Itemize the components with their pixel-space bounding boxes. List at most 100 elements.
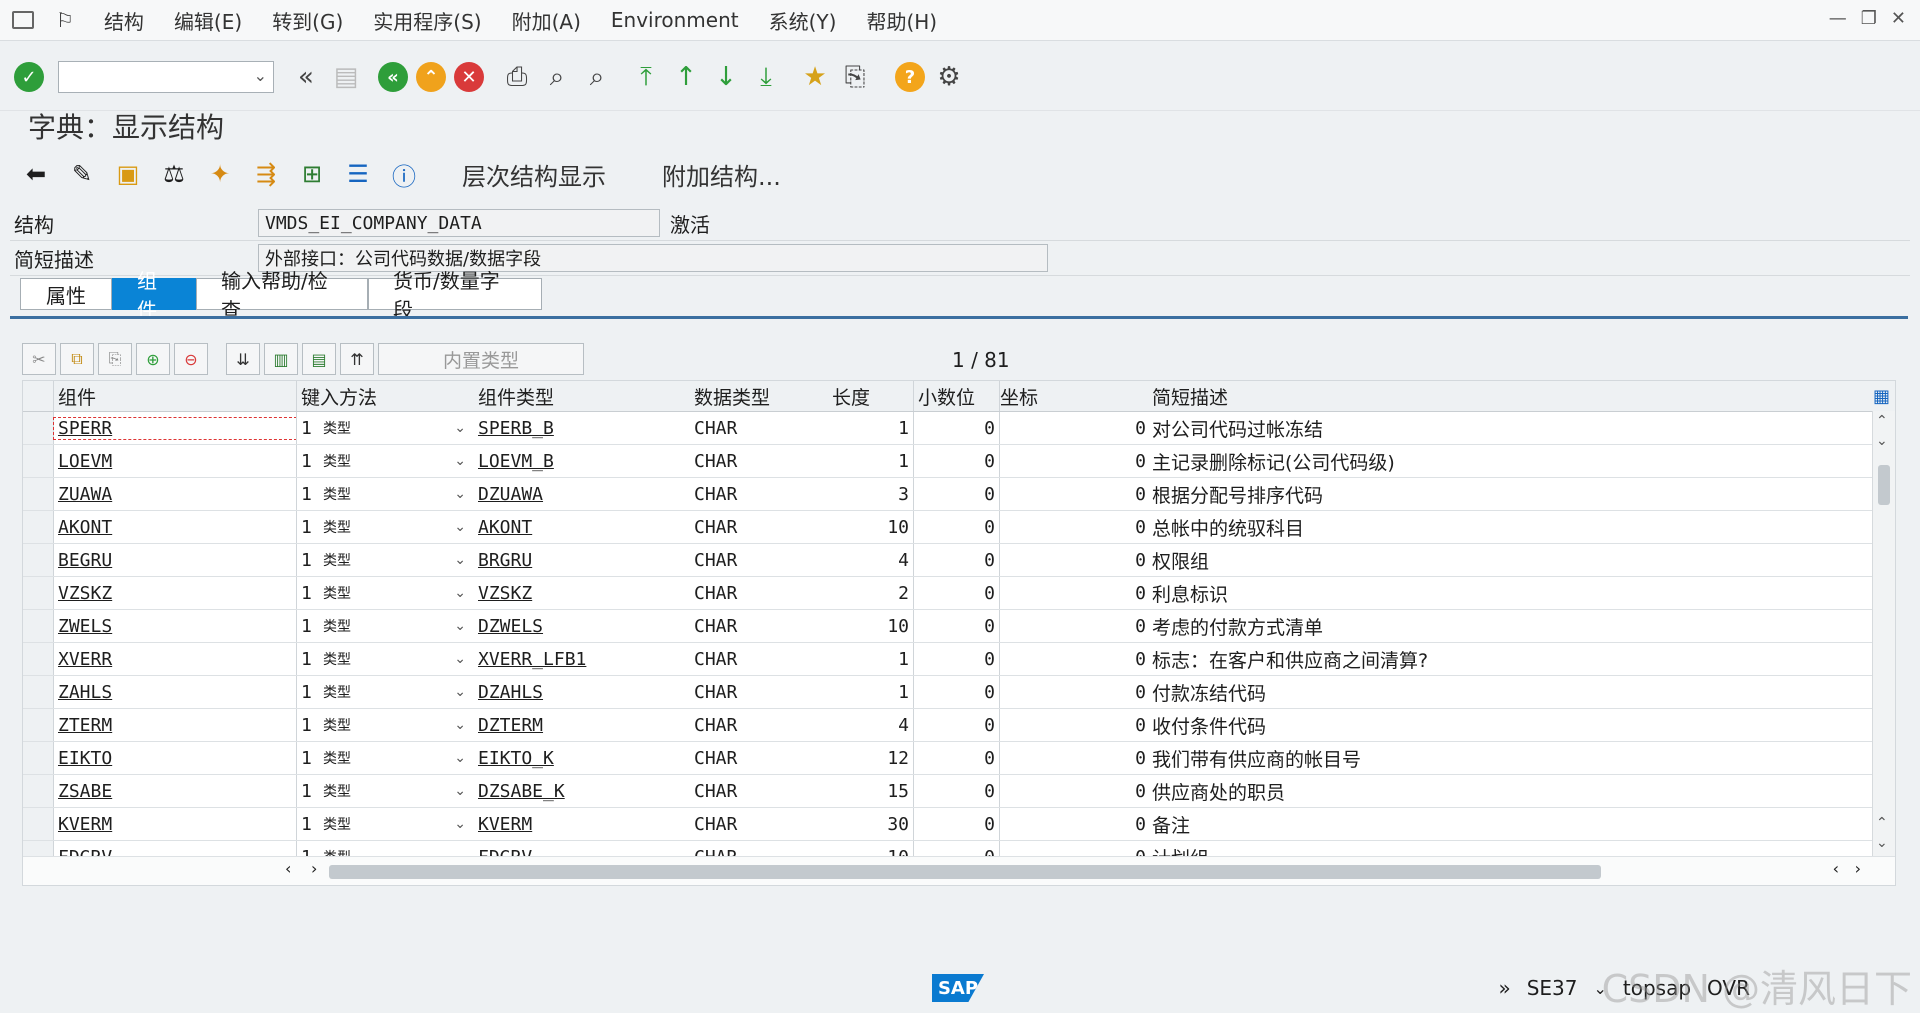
component-type[interactable]: DZSABE_K bbox=[474, 781, 690, 802]
copy-icon[interactable]: ⧉ bbox=[60, 343, 94, 375]
component-name[interactable]: XVERR bbox=[54, 649, 296, 670]
component-name[interactable]: ZWELS bbox=[54, 616, 296, 637]
typing-method-cell[interactable]: 1 类型 ⌄ bbox=[296, 412, 474, 444]
menu-item-utilities[interactable]: 实用程序(S) bbox=[373, 6, 481, 35]
scroll-top-icon[interactable]: ⌃ bbox=[1876, 815, 1888, 831]
row-selector[interactable] bbox=[23, 676, 54, 708]
table-row[interactable]: AKONT 1 类型 ⌄ AKONT CHAR 10 0 0 总帐中的统驭科目 bbox=[23, 511, 1895, 544]
chevron-down-icon[interactable]: ⌄ bbox=[454, 750, 466, 766]
check-icon[interactable]: ⚖ bbox=[152, 155, 196, 193]
cut-icon[interactable]: ✂ bbox=[22, 343, 56, 375]
chevron-down-icon[interactable]: ⌄ bbox=[454, 717, 466, 733]
collapse-icon[interactable]: ⇈ bbox=[340, 343, 374, 375]
activate-icon[interactable]: ✦ bbox=[198, 155, 242, 193]
typing-method-cell[interactable]: 1 类型 ⌄ bbox=[296, 445, 474, 477]
maximize-icon[interactable]: ❐ bbox=[1861, 8, 1877, 29]
structure-name-field[interactable]: VMDS_EI_COMPANY_DATA bbox=[258, 209, 660, 237]
flag-icon[interactable]: ⚐ bbox=[56, 8, 74, 32]
scroll-left-icon[interactable]: ‹ bbox=[285, 859, 291, 878]
hierarchy-display-button[interactable]: 层次结构显示 bbox=[462, 157, 606, 192]
close-window-icon[interactable]: ✕ bbox=[1891, 8, 1906, 29]
status-expand-icon[interactable]: » bbox=[1498, 976, 1510, 1000]
collapse-toolbar-icon[interactable]: « bbox=[289, 60, 323, 94]
col-header-component[interactable]: 组件 bbox=[54, 383, 296, 410]
previous-page-icon[interactable]: ↑ bbox=[669, 60, 703, 94]
row-selector[interactable] bbox=[23, 544, 54, 576]
component-name[interactable]: ZTERM bbox=[54, 715, 296, 736]
builtin-type-button[interactable]: 内置类型 bbox=[378, 343, 584, 375]
row-selector[interactable] bbox=[23, 577, 54, 609]
back-button[interactable]: « bbox=[378, 62, 408, 92]
chevron-down-icon[interactable]: ⌄ bbox=[454, 684, 466, 700]
typing-method-cell[interactable]: 1 类型 ⌄ bbox=[296, 577, 474, 609]
component-name[interactable]: SPERR bbox=[53, 416, 297, 440]
where-used-icon[interactable]: ⇶ bbox=[244, 155, 288, 193]
table-row[interactable]: XVERR 1 类型 ⌄ XVERR_LFB1 CHAR 1 0 0 标志：在客户和供应商之间清算… bbox=[23, 643, 1895, 676]
typing-method-cell[interactable]: 1 类型 ⌄ bbox=[296, 808, 474, 840]
component-name[interactable]: ZSABE bbox=[54, 781, 296, 802]
table-row[interactable]: ZSABE 1 类型 ⌄ DZSABE_K CHAR 15 0 0 供应商处的职员 bbox=[23, 775, 1895, 808]
typing-method-cell[interactable]: 1 类型 ⌄ bbox=[296, 610, 474, 642]
row-selector[interactable] bbox=[23, 742, 54, 774]
paste-icon[interactable]: ⎘ bbox=[98, 343, 132, 375]
component-type[interactable]: EIKTO_K bbox=[474, 748, 690, 769]
component-type[interactable]: BRGRU bbox=[474, 550, 690, 571]
component-name[interactable]: ZAHLS bbox=[54, 682, 296, 703]
horizontal-scrollbar[interactable]: ‹ › ‹ › bbox=[23, 856, 1895, 885]
col-header-data-type[interactable]: 数据类型 bbox=[690, 383, 828, 410]
menu-item-environment[interactable]: Environment bbox=[611, 8, 739, 32]
col-header-coordinate[interactable]: 坐标 bbox=[1000, 383, 1150, 410]
component-type[interactable]: KVERM bbox=[474, 814, 690, 835]
include-icon[interactable]: ▥ bbox=[264, 343, 298, 375]
find-icon[interactable]: ⌕ bbox=[540, 60, 574, 94]
next-page-icon[interactable]: ↓ bbox=[709, 60, 743, 94]
component-type[interactable]: SPERB_B bbox=[474, 418, 690, 439]
typing-method-cell[interactable]: 1 类型 ⌄ bbox=[296, 544, 474, 576]
chevron-down-icon[interactable]: ⌄ bbox=[454, 519, 466, 535]
append-structure-button[interactable]: 附加结构... bbox=[662, 157, 781, 192]
chevron-down-icon[interactable]: ⌄ bbox=[454, 585, 466, 601]
display-change-icon[interactable]: ✎ bbox=[60, 155, 104, 193]
table-row[interactable]: ZTERM 1 类型 ⌄ DZTERM CHAR 4 0 0 收付条件代码 bbox=[23, 709, 1895, 742]
menu-item-goto[interactable]: 转到(G) bbox=[272, 6, 343, 35]
last-page-icon[interactable]: ⤓ bbox=[749, 60, 783, 94]
table-row[interactable]: BEGRU 1 类型 ⌄ BRGRU CHAR 4 0 0 权限组 bbox=[23, 544, 1895, 577]
row-selector[interactable] bbox=[23, 478, 54, 510]
component-name[interactable]: EIKTO bbox=[54, 748, 296, 769]
typing-method-cell[interactable]: 1 类型 ⌄ bbox=[296, 478, 474, 510]
expand-icon[interactable]: ⇊ bbox=[226, 343, 260, 375]
chevron-down-icon[interactable]: ⌄ bbox=[454, 420, 466, 436]
menu-item-extras[interactable]: 附加(A) bbox=[512, 6, 581, 35]
col-header-typing-method[interactable]: 键入方法 bbox=[296, 381, 474, 411]
component-type[interactable]: AKONT bbox=[474, 517, 690, 538]
chevron-down-icon[interactable]: ⌄ bbox=[454, 651, 466, 667]
component-name[interactable]: BEGRU bbox=[54, 550, 296, 571]
component-type[interactable]: XVERR_LFB1 bbox=[474, 649, 690, 670]
row-selector[interactable] bbox=[23, 511, 54, 543]
scroll-down-small-icon[interactable]: ⌄ bbox=[1876, 433, 1888, 449]
save-icon[interactable]: ▤ bbox=[329, 60, 363, 94]
help-button[interactable]: ? bbox=[895, 62, 925, 92]
row-selector[interactable] bbox=[23, 775, 54, 807]
table-settings-icon[interactable]: ▤ bbox=[302, 343, 336, 375]
table-row[interactable]: LOEVM 1 类型 ⌄ LOEVM_B CHAR 1 0 0 主记录删除标记(公司代码级) bbox=[23, 445, 1895, 478]
find-next-icon[interactable]: ⌕ bbox=[580, 60, 614, 94]
row-selector[interactable] bbox=[23, 808, 54, 840]
component-type[interactable]: DZWELS bbox=[474, 616, 690, 637]
menu-item-help[interactable]: 帮助(H) bbox=[866, 6, 937, 35]
component-name[interactable]: KVERM bbox=[54, 814, 296, 835]
info-icon[interactable]: ⓘ bbox=[382, 155, 426, 193]
component-name[interactable]: AKONT bbox=[54, 517, 296, 538]
vertical-scrollbar[interactable]: ⌃ ⌄ ⌃ ⌄ bbox=[1872, 411, 1895, 857]
table-row[interactable]: SPERR 1 类型 ⌄ SPERB_B CHAR 1 0 0 对公司代码过帐冻结 bbox=[23, 412, 1895, 445]
component-type[interactable]: VZSKZ bbox=[474, 583, 690, 604]
scroll-up-icon[interactable]: ⌃ bbox=[1876, 413, 1888, 429]
menu-item-edit[interactable]: 编辑(E) bbox=[174, 6, 242, 35]
row-selector[interactable] bbox=[23, 643, 54, 675]
col-header-length[interactable]: 长度 bbox=[828, 381, 914, 411]
typing-method-cell[interactable]: 1 类型 ⌄ bbox=[296, 742, 474, 774]
menu-item-structure[interactable]: 结构 bbox=[104, 6, 144, 35]
other-object-icon[interactable]: ▣ bbox=[106, 155, 150, 193]
gear-icon[interactable]: ⚙ bbox=[932, 60, 966, 94]
table-row[interactable]: VZSKZ 1 类型 ⌄ VZSKZ CHAR 2 0 0 利息标识 bbox=[23, 577, 1895, 610]
